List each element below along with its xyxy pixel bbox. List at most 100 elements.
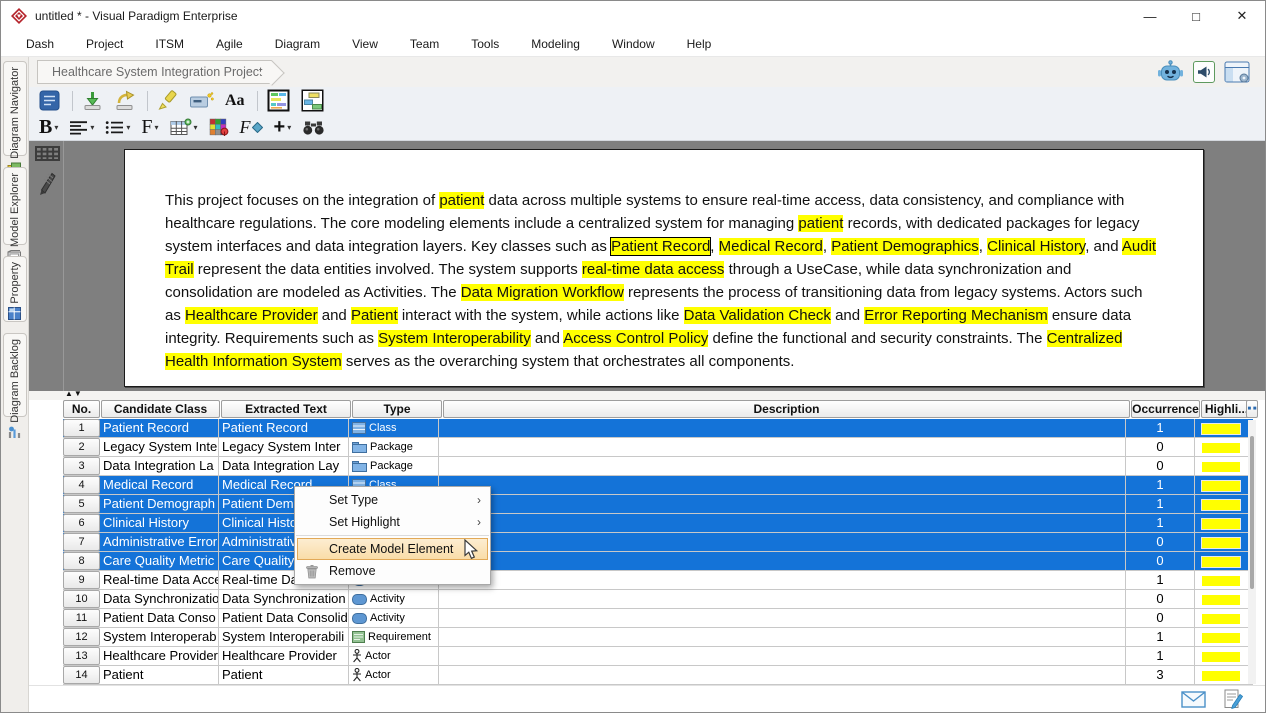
column-header-highli[interactable]: Highli... xyxy=(1201,400,1252,418)
table-row[interactable]: 6Clinical HistoryClinical HistoryClass1 xyxy=(63,514,1253,533)
sidebar-tab-model-explorer[interactable]: Model Explorer xyxy=(3,167,27,245)
highlighted-term: Medical Record xyxy=(719,238,823,255)
highlight-cell xyxy=(1195,552,1246,570)
maximize-button[interactable]: □ xyxy=(1173,1,1219,31)
panel-layout-button[interactable] xyxy=(1224,61,1251,84)
table-row[interactable]: 10Data SynchronizatioData Synchronizatio… xyxy=(63,590,1253,609)
table-row[interactable]: 11Patient Data ConsoPatient Data Consoli… xyxy=(63,609,1253,628)
menu-modeling[interactable]: Modeling xyxy=(520,33,591,55)
highlight-color-bar xyxy=(1202,481,1240,491)
sidebar-tab-diagram-backlog[interactable]: Diagram Backlog xyxy=(3,333,27,417)
column-header-type[interactable]: Type xyxy=(352,400,442,418)
context-menu-item-remove[interactable]: Remove xyxy=(295,560,490,582)
candidate-class-cell: Data Synchronizatio xyxy=(100,590,219,608)
toolbar-button-label: F xyxy=(141,116,152,139)
font-icon[interactable]: F▾ xyxy=(137,114,162,141)
actor-icon xyxy=(352,649,362,663)
diagram-canvas[interactable]: This project focuses on the integration … xyxy=(29,141,1265,391)
menu-view[interactable]: View xyxy=(341,33,389,55)
column-header-description[interactable]: Description xyxy=(443,400,1130,418)
notes-button[interactable] xyxy=(1224,689,1243,709)
add-icon[interactable]: +▾ xyxy=(270,114,296,141)
table-row[interactable]: 4Medical RecordMedical RecordClass1 xyxy=(63,476,1253,495)
submenu-arrow-icon: › xyxy=(477,493,481,507)
export-icon[interactable] xyxy=(110,88,139,113)
table-row[interactable]: 8Care Quality MetricCare Quality MetricC… xyxy=(63,552,1253,571)
candidate-class-cell: Patient Record xyxy=(100,419,219,437)
occurrence-cell: 1 xyxy=(1126,514,1195,532)
table-row[interactable]: 13Healthcare ProviderHealthcare Provider… xyxy=(63,647,1253,666)
align-icon[interactable]: ▾ xyxy=(65,118,98,137)
text-run: and xyxy=(531,330,564,347)
grid-tool-icon[interactable] xyxy=(35,146,60,166)
table-row[interactable]: 3Data Integration LaData Integration Lay… xyxy=(63,457,1253,476)
column-header-no[interactable]: No. xyxy=(63,400,100,418)
list-icon[interactable]: ▾ xyxy=(101,118,134,137)
close-button[interactable]: ✕ xyxy=(1219,1,1265,31)
import-icon[interactable] xyxy=(78,88,107,113)
row-number: 10 xyxy=(63,590,100,608)
text-style-icon[interactable]: Aa xyxy=(221,90,249,112)
sidebar-tab-diagram-navigator[interactable]: Diagram Navigator xyxy=(3,61,27,156)
table-row[interactable]: 1Patient RecordPatient RecordClass1 xyxy=(63,419,1253,438)
document-panel[interactable]: This project focuses on the integration … xyxy=(124,149,1204,387)
context-menu-item-set-highlight[interactable]: Set Highlight› xyxy=(295,511,490,533)
column-header-occurrence[interactable]: Occurrence xyxy=(1131,400,1200,418)
breadcrumb[interactable]: Healthcare System Integration Project xyxy=(37,60,272,84)
table-scrollbar[interactable] xyxy=(1248,420,1256,684)
mail-button[interactable] xyxy=(1181,691,1206,708)
context-menu-item-create-model-element[interactable]: Create Model Element xyxy=(297,538,488,560)
sidebar-tab-property[interactable]: Property xyxy=(3,256,27,322)
highlight-color-bar xyxy=(1202,424,1240,434)
model-font-icon[interactable]: F xyxy=(236,115,267,140)
table-row[interactable]: 12System InteroperabSystem Interoperabil… xyxy=(63,628,1253,647)
highlighted-term: Patient Record xyxy=(611,238,710,255)
table-row[interactable]: 7Administrative ErrorAdministrative Erro… xyxy=(63,533,1253,552)
highlighter-icon[interactable] xyxy=(153,88,182,113)
palette-icon[interactable] xyxy=(205,116,233,139)
text-run: This project focuses on the integration … xyxy=(165,192,439,209)
scrollbar-thumb[interactable] xyxy=(1250,436,1254,589)
bold-icon[interactable]: B▾ xyxy=(35,114,62,141)
diagram-overview-icon[interactable] xyxy=(263,87,294,114)
toolbar-button-label: + xyxy=(274,116,286,139)
toolbar-button-label: B xyxy=(39,116,52,139)
table-row[interactable]: 2Legacy System InteLegacy System InterPa… xyxy=(63,438,1253,457)
menu-team[interactable]: Team xyxy=(399,33,450,55)
collapse-expand-icons[interactable]: ▲▼ xyxy=(65,389,83,398)
highlighted-term: Healthcare Provider xyxy=(185,307,318,324)
row-number: 3 xyxy=(63,457,100,475)
menu-window[interactable]: Window xyxy=(601,33,666,55)
menu-itsm[interactable]: ITSM xyxy=(144,33,195,55)
table-row[interactable]: 5Patient DemographPatient DemographiClas… xyxy=(63,495,1253,514)
analysis-doc-icon[interactable] xyxy=(35,88,64,113)
table-row[interactable]: 9Real-time Data AcceReal-time Data Acces… xyxy=(63,571,1253,590)
description-cell xyxy=(439,457,1126,475)
candidate-class-cell: Healthcare Provider xyxy=(100,647,219,665)
announcement-button[interactable] xyxy=(1193,61,1215,83)
column-header-extracted-text[interactable]: Extracted Text xyxy=(221,400,351,418)
find-icon[interactable] xyxy=(298,117,329,138)
extracted-text-cell: Data Integration Lay xyxy=(219,457,349,475)
context-menu-item-set-type[interactable]: Set Type› xyxy=(295,489,490,511)
sidebar-tab-label: Model Explorer xyxy=(9,173,21,247)
menu-project[interactable]: Project xyxy=(75,33,134,55)
menu-help[interactable]: Help xyxy=(676,33,723,55)
panel-splitter[interactable]: ▲▼ xyxy=(29,391,1265,400)
column-header-candidate-class[interactable]: Candidate Class xyxy=(101,400,220,418)
highlighted-term: System Interoperability xyxy=(378,330,531,347)
diagram-layout-icon[interactable] xyxy=(297,87,328,114)
table-icon[interactable]: ▾ xyxy=(166,116,202,139)
ai-assistant-robot-button[interactable] xyxy=(1157,60,1184,84)
column-options-button[interactable]: ■ ■ xyxy=(1246,400,1258,418)
new-element-icon[interactable] xyxy=(185,89,218,113)
table-row[interactable]: 14PatientPatientActor3 xyxy=(63,666,1253,685)
menu-agile[interactable]: Agile xyxy=(205,33,254,55)
minimize-button[interactable]: — xyxy=(1127,1,1173,31)
menu-dash[interactable]: Dash xyxy=(15,33,65,55)
analysis-doc-icon xyxy=(39,90,60,111)
menu-diagram[interactable]: Diagram xyxy=(264,33,331,55)
toolbar-separator xyxy=(147,91,148,111)
brush-tool-icon[interactable] xyxy=(37,169,56,201)
menu-tools[interactable]: Tools xyxy=(460,33,510,55)
